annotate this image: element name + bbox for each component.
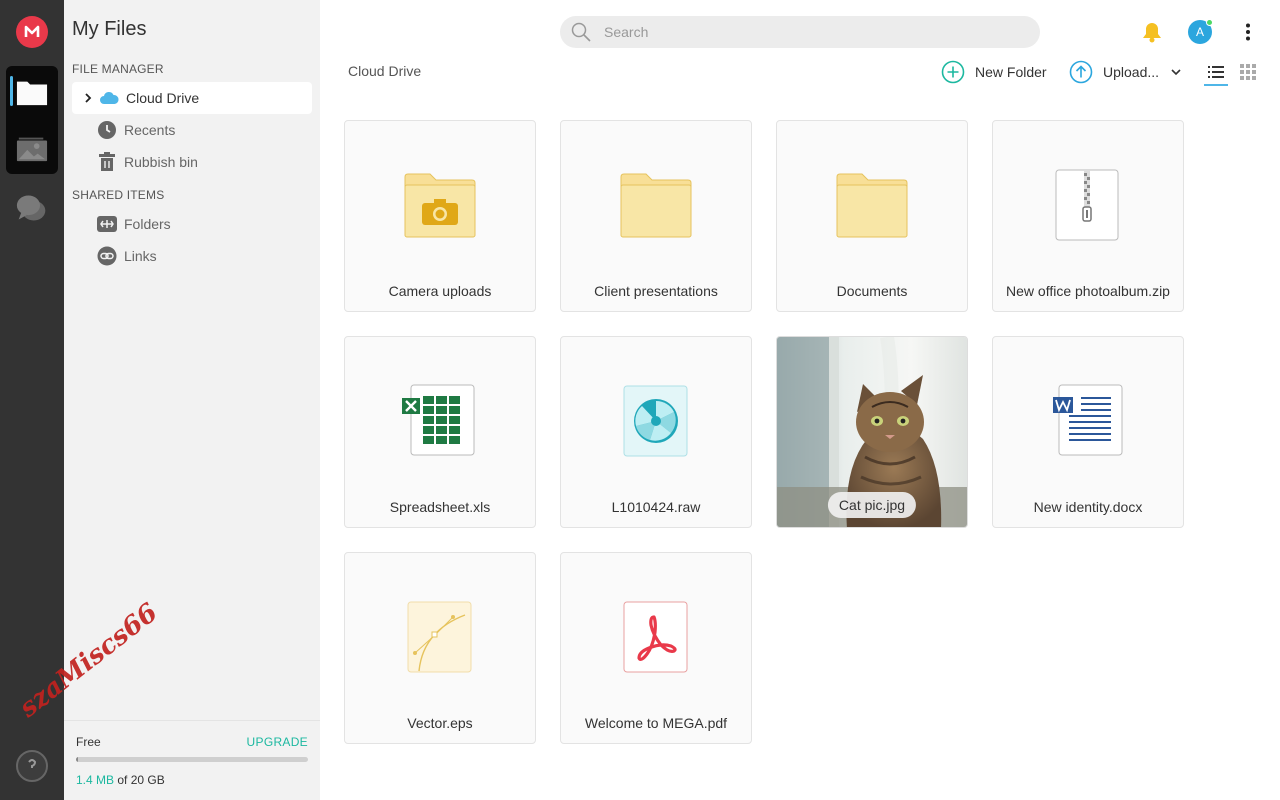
search-bar[interactable] — [560, 16, 1040, 48]
file-name: Camera uploads — [388, 283, 492, 299]
more-vertical-icon — [1246, 23, 1250, 41]
add-circle-icon — [941, 60, 965, 84]
word-file-icon — [993, 337, 1183, 487]
online-status-dot — [1206, 19, 1213, 26]
search-input[interactable] — [604, 24, 1004, 40]
list-view-icon — [1208, 66, 1224, 78]
sidebar-item-label: Rubbish bin — [124, 154, 198, 170]
storage-total: of 20 GB — [114, 773, 165, 787]
file-card-camera-uploads[interactable]: Camera uploads — [344, 120, 536, 312]
file-card-photoalbum-zip[interactable]: New office photoalbum.zip — [992, 120, 1184, 312]
vector-file-icon — [345, 553, 535, 703]
grid-view-button[interactable] — [1236, 60, 1260, 84]
sidebar-item-label: Recents — [124, 122, 176, 138]
file-name: L1010424.raw — [611, 499, 701, 515]
camera-folder-icon — [345, 121, 535, 271]
sidebar-item-recents[interactable]: Recents — [72, 114, 312, 146]
new-folder-button[interactable]: New Folder — [941, 60, 1047, 84]
storage-bar — [76, 757, 308, 762]
list-view-button[interactable] — [1204, 60, 1228, 86]
notifications-button[interactable] — [1140, 20, 1164, 44]
grid-view-icon — [1240, 64, 1256, 80]
file-name: Cat pic.jpg — [827, 492, 917, 518]
pdf-file-icon — [561, 553, 751, 703]
cloud-drive-app-button[interactable] — [16, 76, 48, 108]
sidebar-item-label: Folders — [124, 216, 171, 232]
storage-usage: 1.4 MB of 20 GB — [76, 773, 165, 787]
file-name: Spreadsheet.xls — [389, 499, 491, 515]
avatar-initial: A — [1195, 25, 1204, 39]
mega-logo[interactable] — [16, 16, 48, 48]
sidebar-item-folders[interactable]: Folders — [72, 208, 312, 240]
plan-label: Free — [76, 735, 101, 749]
upgrade-link[interactable]: UPGRADE — [247, 735, 308, 749]
breadcrumb[interactable]: Cloud Drive — [348, 63, 421, 79]
file-card-vector-eps[interactable]: Vector.eps — [344, 552, 536, 744]
folder-app-icon — [16, 81, 48, 106]
upload-circle-icon — [1069, 60, 1093, 84]
raw-file-icon — [561, 337, 751, 487]
file-card-spreadsheet[interactable]: Spreadsheet.xls — [344, 336, 536, 528]
file-card-welcome-pdf[interactable]: Welcome to MEGA.pdf — [560, 552, 752, 744]
new-folder-label: New Folder — [975, 64, 1047, 80]
sidebar-item-label: Cloud Drive — [126, 90, 200, 106]
sidebar-item-cloud-drive[interactable]: Cloud Drive — [72, 82, 312, 114]
help-button[interactable] — [16, 750, 48, 782]
sidebar-item-rubbish-bin[interactable]: Rubbish bin — [72, 146, 312, 178]
storage-bar-fill — [76, 757, 79, 762]
file-name: Documents — [836, 283, 908, 299]
bell-icon — [1143, 23, 1161, 43]
chat-app-button[interactable] — [16, 192, 48, 224]
file-card-cat-pic[interactable]: Cat pic.jpg — [776, 336, 968, 528]
upload-label: Upload... — [1103, 64, 1160, 80]
section-file-manager: FILE MANAGER — [72, 62, 164, 76]
file-name: Welcome to MEGA.pdf — [584, 715, 728, 731]
mega-logo-icon — [24, 25, 40, 37]
shared-folder-icon — [96, 213, 118, 235]
file-card-documents[interactable]: Documents — [776, 120, 968, 312]
upload-button[interactable]: Upload... — [1069, 60, 1181, 84]
chevron-down-icon — [1171, 69, 1181, 76]
section-shared-items: SHARED ITEMS — [72, 188, 165, 202]
avatar[interactable]: A — [1188, 19, 1213, 44]
folder-icon — [561, 121, 751, 271]
storage-panel: Free UPGRADE 1.4 MB of 20 GB — [64, 720, 320, 800]
zip-file-icon — [993, 121, 1183, 271]
photos-app-button[interactable] — [16, 132, 48, 164]
file-card-raw[interactable]: L1010424.raw — [560, 336, 752, 528]
help-icon — [28, 759, 37, 768]
file-name: New office photoalbum.zip — [1006, 283, 1170, 299]
clock-icon — [96, 119, 118, 141]
folder-icon — [777, 121, 967, 271]
file-name: Vector.eps — [407, 715, 473, 731]
chevron-right-icon[interactable] — [80, 93, 96, 103]
excel-file-icon — [345, 337, 535, 487]
sidebar: My Files FILE MANAGER Cloud Drive Recent… — [64, 0, 320, 800]
page-title: My Files — [72, 18, 147, 40]
more-menu-button[interactable] — [1238, 20, 1258, 44]
cloud-icon — [98, 87, 120, 109]
storage-used: 1.4 MB — [76, 773, 115, 787]
file-name: New identity.docx — [1033, 499, 1143, 515]
file-name: Client presentations — [594, 283, 718, 299]
search-icon — [570, 21, 592, 43]
chat-icon — [16, 195, 46, 221]
link-icon — [96, 245, 118, 267]
sidebar-item-label: Links — [124, 248, 157, 264]
trash-icon — [96, 151, 118, 173]
file-card-identity-docx[interactable]: New identity.docx — [992, 336, 1184, 528]
file-card-client-presentations[interactable]: Client presentations — [560, 120, 752, 312]
active-app-indicator — [10, 76, 13, 106]
sidebar-item-links[interactable]: Links — [72, 240, 312, 272]
photos-app-icon — [16, 137, 48, 162]
